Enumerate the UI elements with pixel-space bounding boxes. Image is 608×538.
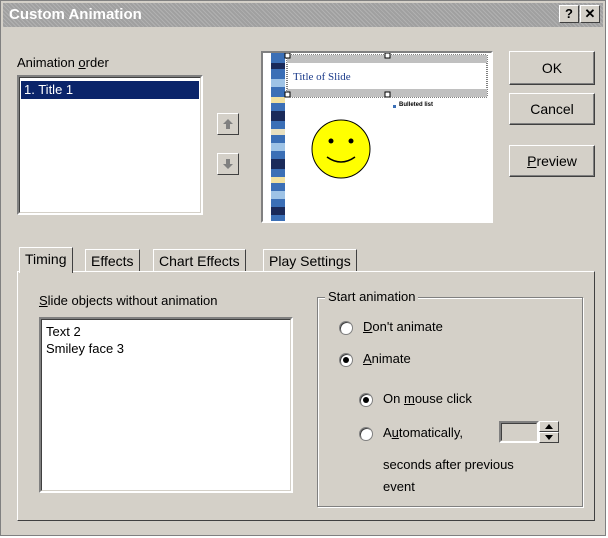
on-mouse-click-radio[interactable] (359, 393, 373, 407)
slide-objects-label: Slide objects without animation (39, 293, 218, 308)
arrow-up-icon (223, 119, 233, 129)
automatically-radio[interactable] (359, 427, 373, 441)
close-icon: ✕ (584, 6, 596, 21)
help-icon: ? (565, 6, 573, 21)
help-button[interactable]: ? (559, 5, 579, 23)
dont-animate-radio[interactable] (339, 321, 353, 335)
ok-button[interactable]: OK (509, 51, 595, 85)
window-title: Custom Animation (9, 6, 142, 23)
start-animation-legend: Start animation (325, 289, 419, 304)
slide-objects-list[interactable]: Text 2 Smiley face 3 (39, 317, 293, 493)
seconds-after-label-line2: event (383, 479, 415, 494)
spin-up-icon (545, 424, 553, 429)
spin-up-button[interactable] (539, 421, 559, 432)
seconds-after-label: seconds after previous (383, 457, 514, 472)
tab-play-settings[interactable]: Play Settings (263, 249, 357, 271)
animate-label[interactable]: Animate (363, 351, 411, 366)
list-item[interactable]: 1. Title 1 (21, 81, 199, 99)
close-button[interactable]: ✕ (580, 5, 600, 23)
move-down-button[interactable] (217, 153, 239, 175)
custom-animation-dialog: Custom Animation ? ✕ Animation order 1. … (0, 0, 606, 536)
tab-chart-effects[interactable]: Chart Effects (153, 249, 246, 271)
spin-down-button[interactable] (539, 432, 559, 443)
on-mouse-click-label[interactable]: On mouse click (383, 391, 472, 406)
list-item[interactable]: Smiley face 3 (43, 340, 289, 358)
list-item[interactable]: Text 2 (43, 323, 289, 341)
move-up-button[interactable] (217, 113, 239, 135)
seconds-spinner[interactable] (499, 421, 561, 443)
spin-down-icon (545, 435, 553, 440)
animation-order-label: Animation order (17, 55, 109, 70)
slide-title-text: Title of Slide (293, 71, 351, 83)
preview-button[interactable]: Preview (509, 145, 595, 177)
seconds-input[interactable] (499, 421, 539, 443)
bullet-text: Bulleted list (399, 102, 434, 108)
cancel-button[interactable]: Cancel (509, 93, 595, 125)
tab-timing[interactable]: Timing (19, 247, 73, 273)
arrow-down-icon (223, 159, 233, 169)
automatically-label[interactable]: Automatically, (383, 425, 463, 440)
dont-animate-label[interactable]: Don't animate (363, 319, 443, 334)
animate-radio[interactable] (339, 353, 353, 367)
tab-effects[interactable]: Effects (85, 249, 140, 271)
slide-preview: Title of Slide Bulleted list (261, 51, 493, 223)
title-bar[interactable]: Custom Animation ? ✕ (3, 3, 603, 27)
animation-order-list[interactable]: 1. Title 1 (17, 75, 203, 215)
